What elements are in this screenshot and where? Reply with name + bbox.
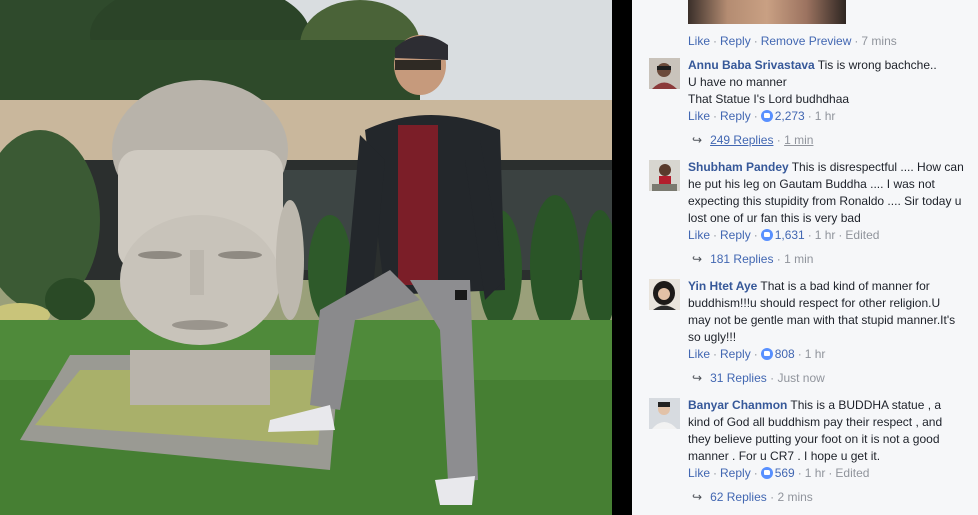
comment-body: Banyar Chanmon This is a BUDDHA statue , … (688, 397, 968, 465)
like-link[interactable]: Like (688, 466, 710, 480)
comment-line: may not be gentle man with that stupid m… (688, 313, 956, 327)
reply-link[interactable]: Reply (720, 466, 751, 480)
replies-count[interactable]: 181 Replies (710, 252, 773, 266)
like-link[interactable]: Like (688, 347, 710, 361)
comment-author[interactable]: Yin Htet Aye (688, 279, 757, 293)
remove-preview-link[interactable]: Remove Preview (761, 34, 852, 48)
edited-label[interactable]: Edited (845, 228, 879, 242)
comment-actions: Like · Reply · 569 · 1 hr · Edited (688, 466, 870, 480)
avatar[interactable] (649, 58, 680, 89)
comment-line: U have no manner (688, 75, 787, 89)
like-count[interactable]: 1,631 (775, 228, 805, 242)
comment-line: kind of God all buddhism pay their respe… (688, 415, 943, 429)
view-replies[interactable]: ↪ 31 Replies · Just now (692, 371, 825, 385)
comment-actions: Like · Reply · 1,631 · 1 hr · Edited (688, 228, 880, 242)
reply-link[interactable]: Reply (720, 347, 751, 361)
comment-line: This is a BUDDHA statue , a (790, 398, 942, 412)
avatar-image (649, 58, 680, 89)
comment-actions: Like · Reply · 2,273 · 1 hr (688, 109, 836, 123)
like-reaction-icon (760, 229, 773, 241)
replies-count[interactable]: 31 Replies (710, 371, 767, 385)
reply-arrow-icon: ↪ (692, 490, 703, 504)
timestamp[interactable]: 1 hr (805, 347, 826, 361)
comment-line: That Statue I's Lord budhdhaa (688, 92, 850, 106)
replies-time: 2 mins (777, 490, 813, 504)
view-replies[interactable]: ↪ 249 Replies · 1 min (692, 133, 813, 147)
avatar-image (649, 279, 680, 310)
like-link[interactable]: Like (688, 228, 710, 242)
like-count[interactable]: 808 (775, 347, 795, 361)
like-reaction-icon (760, 110, 773, 122)
reply-link[interactable]: Reply (720, 228, 751, 242)
comment-line: lost one of ur fan this is very bad (688, 211, 861, 225)
reply-link[interactable]: Reply (720, 34, 751, 48)
view-replies[interactable]: ↪ 62 Replies · 2 mins (692, 490, 813, 504)
comment-body: Shubham Pandey This is disrespectful ....… (688, 159, 968, 227)
like-count[interactable]: 569 (775, 466, 795, 480)
replies-time: 1 min (784, 252, 814, 266)
replies-count[interactable]: 249 Replies (710, 133, 773, 147)
like-reaction-icon (760, 467, 773, 479)
link-preview-thumbnail[interactable] (688, 0, 846, 24)
like-reaction-icon (760, 348, 773, 360)
comments-panel: Like · Reply · Remove Preview · 7 mins Annu Ba… (632, 0, 978, 515)
comment-body: Yin Htet Aye That is a bad kind of manner… (688, 278, 968, 346)
view-replies[interactable]: ↪ 181 Replies · 1 min (692, 252, 813, 266)
comment-line: buddhism!!!u should respect for other re… (688, 296, 941, 310)
post-photo[interactable] (0, 0, 612, 515)
avatar[interactable] (649, 160, 680, 191)
comment-line: so ugly!!! (688, 330, 737, 344)
timestamp[interactable]: 1 hr (805, 466, 826, 480)
comment-line: That is a bad kind of manner for (760, 279, 930, 293)
timestamp[interactable]: 7 mins (861, 34, 896, 48)
comment-author[interactable]: Banyar Chanmon (688, 398, 787, 412)
comment-line: he put his leg on Gautam Buddha .... I w… (688, 177, 935, 191)
like-count[interactable]: 2,273 (775, 109, 805, 123)
replies-count[interactable]: 62 Replies (710, 490, 767, 504)
comment-line: Tis is wrong bachche.. (817, 58, 937, 72)
like-link[interactable]: Like (688, 34, 710, 48)
comment-author[interactable]: Annu Baba Srivastava (688, 58, 815, 72)
reply-arrow-icon: ↪ (692, 133, 703, 147)
comment-actions: Like · Reply · 808 · 1 hr (688, 347, 826, 361)
comment-line: they believe putting your foot on it is … (688, 432, 940, 446)
comment-body: Annu Baba Srivastava Tis is wrong bachche… (688, 57, 968, 108)
reply-link[interactable]: Reply (720, 109, 751, 123)
comment-line: manner . For u CR7 . I hope u get it. (688, 449, 881, 463)
avatar-image (649, 160, 680, 191)
avatar[interactable] (649, 279, 680, 310)
comment-author[interactable]: Shubham Pandey (688, 160, 789, 174)
preview-actions: Like · Reply · Remove Preview · 7 mins (688, 34, 897, 48)
reply-arrow-icon: ↪ (692, 371, 703, 385)
timestamp[interactable]: 1 hr (815, 228, 836, 242)
replies-time: 1 min (784, 133, 814, 147)
timestamp[interactable]: 1 hr (815, 109, 836, 123)
divider (612, 0, 632, 515)
avatar-image (649, 398, 680, 429)
photo-illustration (0, 0, 612, 515)
reply-arrow-icon: ↪ (692, 252, 703, 266)
avatar[interactable] (649, 398, 680, 429)
like-link[interactable]: Like (688, 109, 710, 123)
edited-label[interactable]: Edited (835, 466, 869, 480)
replies-time: Just now (777, 371, 825, 385)
comment-line: expecting this stupidity from Ronaldo ..… (688, 194, 962, 208)
comment-line: This is disrespectful .... How can (791, 160, 964, 174)
